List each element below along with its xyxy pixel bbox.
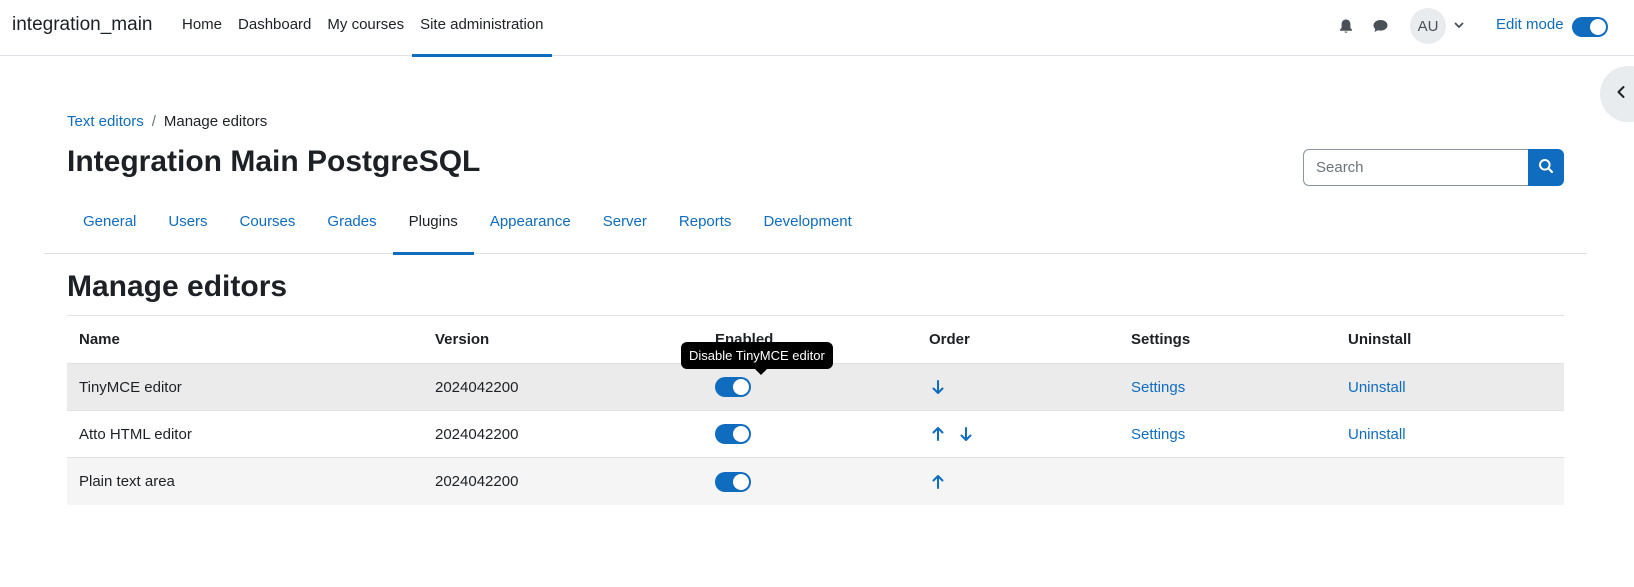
tab-development[interactable]: Development <box>747 200 867 254</box>
arrow-up-icon[interactable] <box>929 425 947 443</box>
column-header-version: Version <box>435 331 490 348</box>
editor-version: 2024042200 <box>435 378 519 396</box>
secondary-navigation: General Users Courses Grades Plugins App… <box>44 200 1587 255</box>
tab-courses[interactable]: Courses <box>224 200 312 254</box>
enabled-cell <box>715 411 751 457</box>
tab-reports[interactable]: Reports <box>663 200 748 254</box>
tab-general[interactable]: General <box>67 200 152 254</box>
chevron-down-icon[interactable] <box>1452 18 1466 32</box>
tooltip: Disable TinyMCE editor <box>681 342 833 375</box>
nav-item-site-administration[interactable]: Site administration <box>412 0 552 57</box>
breadcrumb-current: Manage editors <box>163 113 268 130</box>
toggle-knob <box>733 379 749 395</box>
edit-mode-label[interactable]: Edit mode <box>1496 16 1564 33</box>
toggle-knob <box>733 473 749 490</box>
site-search <box>1303 149 1564 186</box>
block-drawer-toggle[interactable] <box>1600 66 1634 122</box>
uninstall-link[interactable]: Uninstall <box>1348 411 1406 457</box>
order-cell <box>929 364 957 410</box>
table-row: Atto HTML editor 2024042200 Settings Uni… <box>67 411 1564 458</box>
enable-toggle-tinymce[interactable] <box>715 377 751 397</box>
section-title: Manage editors <box>67 270 288 303</box>
breadcrumb-text-editors[interactable]: Text editors <box>67 113 144 130</box>
order-cell <box>929 458 957 505</box>
column-header-order: Order <box>929 331 970 348</box>
column-header-uninstall: Uninstall <box>1348 331 1412 348</box>
enable-toggle-atto[interactable] <box>715 424 751 444</box>
nav-item-home[interactable]: Home <box>174 0 230 56</box>
tab-grades[interactable]: Grades <box>311 200 392 254</box>
order-cell <box>929 411 985 457</box>
editor-name: Plain text area <box>79 473 175 490</box>
toggle-knob <box>1590 19 1606 35</box>
editor-name: TinyMCE editor <box>79 378 182 396</box>
enabled-cell <box>715 458 751 505</box>
breadcrumb: Text editors / Manage editors <box>67 113 267 130</box>
table-row: Plain text area 2024042200 <box>67 458 1564 505</box>
editor-version: 2024042200 <box>435 425 519 443</box>
primary-navigation: Home Dashboard My courses Site administr… <box>174 0 552 57</box>
search-input[interactable] <box>1303 149 1528 186</box>
editor-version: 2024042200 <box>435 473 519 490</box>
arrow-up-icon[interactable] <box>929 473 947 491</box>
settings-link[interactable]: Settings <box>1131 411 1185 457</box>
enabled-cell <box>715 364 751 410</box>
chevron-left-icon <box>1614 84 1628 104</box>
bell-icon[interactable] <box>1336 16 1356 36</box>
site-brand[interactable]: integration_main <box>12 14 152 36</box>
tab-plugins[interactable]: Plugins <box>392 200 475 255</box>
tab-appearance[interactable]: Appearance <box>474 200 587 254</box>
search-button[interactable] <box>1528 149 1564 186</box>
arrow-down-icon[interactable] <box>929 378 947 396</box>
chat-bubble-icon[interactable] <box>1370 16 1390 36</box>
toggle-knob <box>733 426 749 442</box>
top-navbar: integration_main Home Dashboard My cours… <box>0 0 1634 57</box>
column-header-settings: Settings <box>1131 331 1191 348</box>
edit-mode-toggle[interactable] <box>1572 17 1608 37</box>
table-row: TinyMCE editor 2024042200 Settings Unins… <box>67 364 1564 411</box>
tab-users[interactable]: Users <box>152 200 223 254</box>
nav-item-my-courses[interactable]: My courses <box>319 0 412 56</box>
enable-toggle-plain-text[interactable] <box>715 471 751 492</box>
search-icon <box>1538 158 1554 178</box>
tab-server[interactable]: Server <box>587 200 663 254</box>
user-avatar[interactable]: AU <box>1410 8 1446 44</box>
arrow-down-icon[interactable] <box>957 425 975 443</box>
column-header-name: Name <box>79 331 120 348</box>
uninstall-link[interactable]: Uninstall <box>1348 364 1406 410</box>
nav-item-dashboard[interactable]: Dashboard <box>230 0 319 56</box>
breadcrumb-separator: / <box>151 113 156 130</box>
settings-link[interactable]: Settings <box>1131 364 1185 410</box>
editor-name: Atto HTML editor <box>79 425 192 443</box>
page-title: Integration Main PostgreSQL <box>67 145 481 178</box>
